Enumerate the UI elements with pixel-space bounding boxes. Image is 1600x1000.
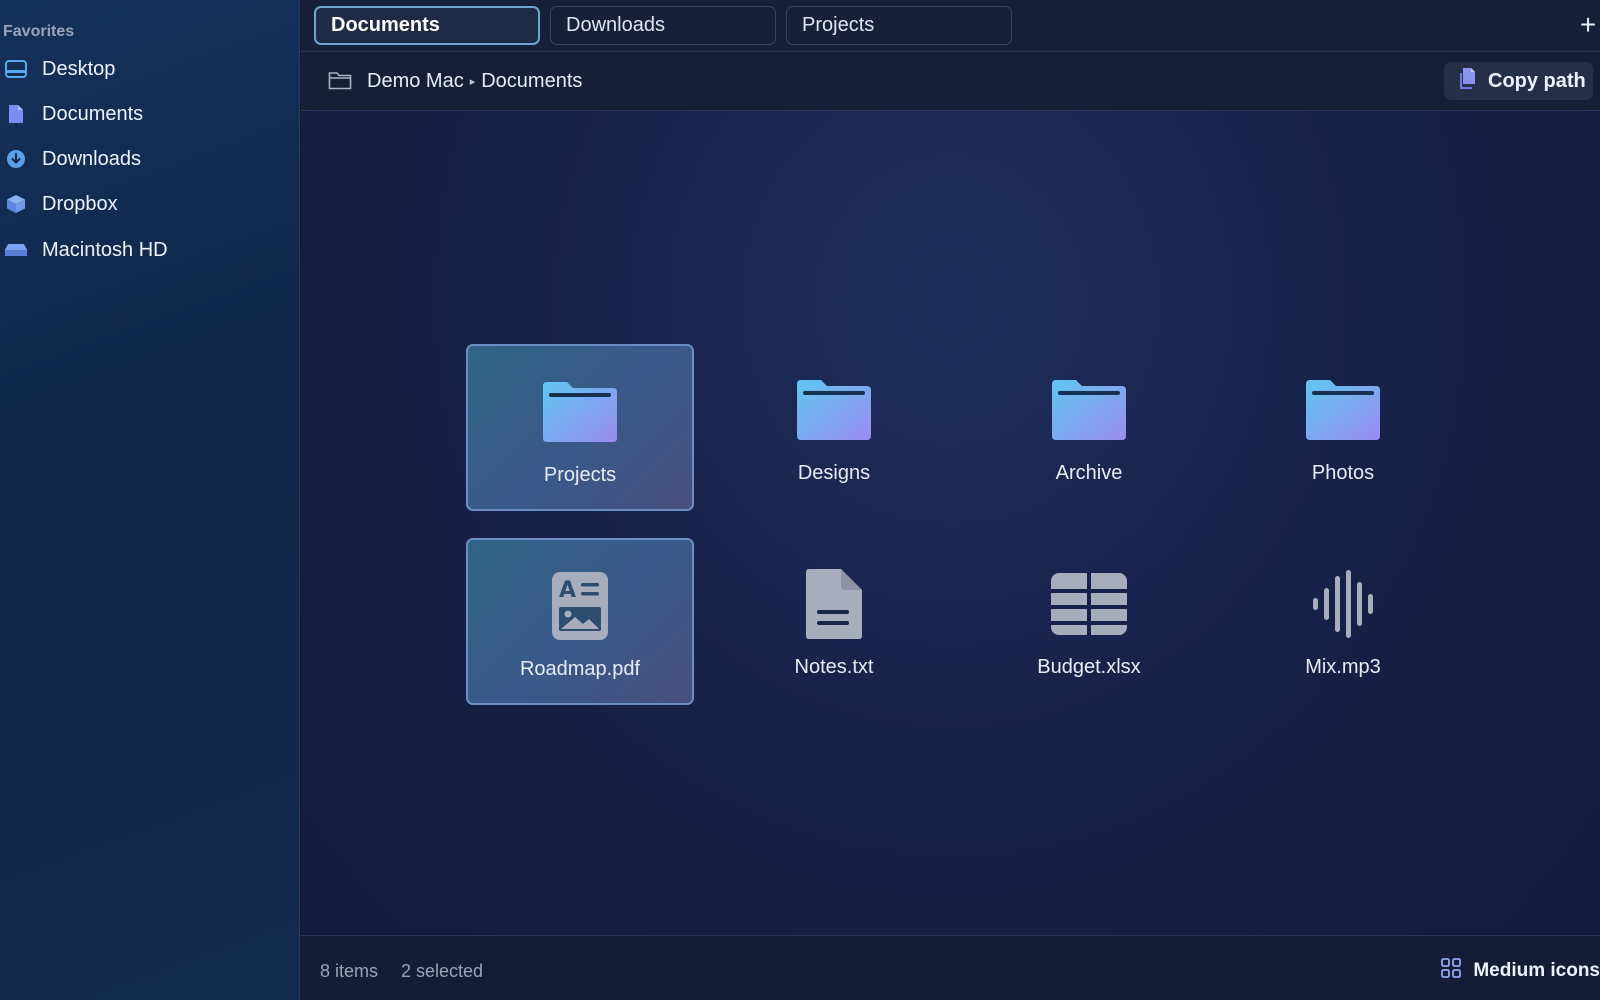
view-mode-button[interactable]: Medium icons [1441,958,1600,983]
file-label: Roadmap.pdf [519,658,641,680]
folder-icon [1049,374,1129,446]
sidebar-item-downloads[interactable]: Downloads [0,142,300,176]
file-tile-designs[interactable]: Designs [720,344,948,511]
copy-path-label: Copy path [1488,69,1586,92]
tab-projects[interactable]: Projects [786,6,1012,45]
file-tile-photos[interactable]: Photos [1229,344,1457,511]
file-label: Designs [797,462,871,484]
sidebar-item-label: Macintosh HD [42,238,168,261]
tab-downloads[interactable]: Downloads [550,6,776,45]
item-count: 8 items [320,961,379,981]
file-tile-notes-txt[interactable]: Notes.txt [720,538,948,705]
file-label: Projects [543,464,617,486]
sidebar: Favorites Desktop Documents Downloads Dr… [0,0,300,1000]
tab-label: Documents [331,14,440,36]
file-label: Mix.mp3 [1305,656,1381,678]
sidebar-heading: Favorites [3,23,75,40]
audio-file-icon [1303,568,1383,640]
copy-path-button[interactable]: Copy path [1444,62,1593,100]
tab-documents[interactable]: Documents [314,6,540,45]
desktop-icon [4,57,28,81]
sidebar-item-dropbox[interactable]: Dropbox [0,187,300,221]
file-tile-projects[interactable]: Projects [466,344,694,511]
document-icon [4,102,28,126]
file-label: Archive [1055,462,1123,484]
tab-label: Downloads [566,14,665,36]
folder-icon [794,374,874,446]
folder-outline-icon [328,70,352,92]
view-mode-label: Medium icons [1473,959,1600,981]
sidebar-item-label: Dropbox [42,192,118,215]
file-label: Notes.txt [794,656,874,678]
breadcrumb-separator: ▸ [469,76,476,88]
folder-icon [1303,374,1383,446]
sidebar-item-desktop[interactable]: Desktop [0,52,300,86]
pdf-file-icon: A [540,570,620,642]
dropbox-icon [4,192,28,216]
sidebar-item-label: Downloads [42,147,141,170]
sidebar-item-label: Documents [42,102,144,125]
sidebar-item-macintosh-hd[interactable]: Macintosh HD [0,233,300,267]
file-label: Photos [1311,462,1375,484]
file-label: Budget.xlsx [1037,656,1141,678]
file-tile-roadmap-pdf[interactable]: A Roadmap.pdf [466,538,694,705]
breadcrumb-folder[interactable]: Documents [481,70,582,93]
copy-icon [1458,67,1478,96]
file-tile-budget-xlsx[interactable]: Budget.xlsx [975,538,1203,705]
breadcrumb-device[interactable]: Demo Mac [367,70,464,93]
selection-count: 2 selected [401,961,484,981]
folder-icon [540,376,620,448]
file-tile-mix-mp3[interactable]: Mix.mp3 [1229,538,1457,705]
tab-bar: Documents Downloads Projects + [301,0,1600,52]
tab-label: Projects [802,14,875,36]
sidebar-item-label: Desktop [42,57,116,80]
breadcrumb: Demo Mac ▸ Documents [367,70,582,93]
add-tab-button[interactable]: + [1576,8,1600,42]
sidebar-item-documents[interactable]: Documents [0,97,300,131]
path-bar: Demo Mac ▸ Documents Copy path [301,52,1600,111]
hard-drive-icon [4,238,28,262]
download-icon [4,147,28,171]
text-file-icon [794,568,874,640]
grid-icon [1441,958,1462,983]
main-content: Documents Downloads Projects + Demo Mac … [301,0,1600,1000]
spreadsheet-file-icon [1049,568,1129,640]
svg-text:A: A [559,578,576,603]
status-bar: 8 items 2 selected Medium icons [301,935,1600,1000]
file-tile-archive[interactable]: Archive [975,344,1203,511]
